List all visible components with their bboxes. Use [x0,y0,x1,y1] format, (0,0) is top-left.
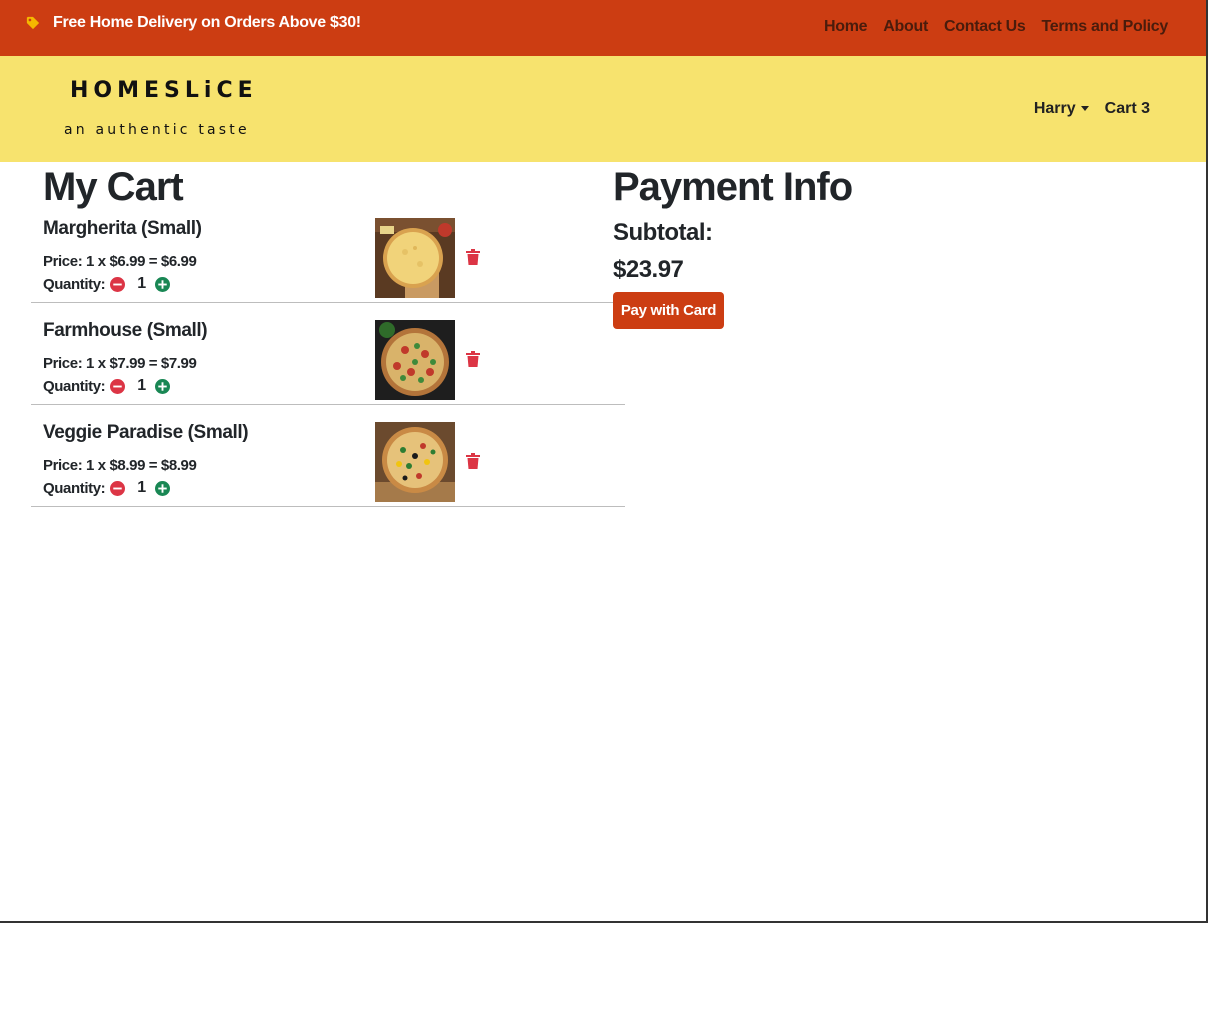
subtotal-label: Subtotal: [613,219,713,246]
nav-terms-link[interactable]: Terms and Policy [1041,18,1168,36]
site-header: HOMESLiCE an authentic taste Harry Cart … [0,56,1206,162]
item-name: Margherita (Small) [43,218,202,239]
user-name: Harry [1033,100,1076,117]
promo-text: Free Home Delivery on Orders Above $30! [53,14,361,31]
user-nav: Harry Cart 3 [1034,100,1150,118]
increase-quantity-icon[interactable] [154,276,170,292]
item-name: Farmhouse (Small) [43,320,208,341]
quantity-label: Quantity: [43,275,106,293]
cart-link[interactable]: Cart 3 [1105,100,1150,118]
pay-with-card-button[interactable]: Pay with Card [613,292,724,329]
quantity-value: 1 [137,275,146,292]
item-quantity: Quantity: 1 [43,275,170,293]
brand-logo[interactable]: HOMESLiCE an authentic taste [64,74,264,144]
increase-quantity-icon[interactable] [154,378,170,394]
quantity-value: 1 [137,377,146,394]
item-price: Price: 1 x $6.99 = $6.99 [43,253,197,270]
nav-about-link[interactable]: About [883,18,928,36]
nav-home-link[interactable]: Home [824,18,868,36]
payment-title: Payment Info [613,165,853,209]
item-quantity: Quantity: 1 [43,479,170,497]
pizza-image [375,218,455,298]
pizza-image [375,320,455,400]
item-name: Veggie Paradise (Small) [43,422,249,443]
item-price: Price: 1 x $8.99 = $8.99 [43,457,197,474]
quantity-value: 1 [137,479,146,496]
increase-quantity-icon[interactable] [154,480,170,496]
cart-item: Margherita (Small) Price: 1 x $6.99 = $6… [31,216,625,303]
cart-item: Farmhouse (Small) Price: 1 x $7.99 = $7.… [31,318,625,405]
promo-banner: Free Home Delivery on Orders Above $30! [26,14,361,32]
item-price: Price: 1 x $7.99 = $7.99 [43,355,197,372]
delete-item-icon[interactable] [466,249,480,265]
top-bar: Free Home Delivery on Orders Above $30! … [0,0,1206,56]
delete-item-icon[interactable] [466,453,480,469]
brand-tagline: an authentic taste [64,122,250,138]
pizza-image [375,422,455,502]
subtotal-value: $23.97 [613,256,684,283]
cart-list: Margherita (Small) Price: 1 x $6.99 = $6… [31,216,625,522]
decrease-quantity-icon[interactable] [110,276,126,292]
top-nav: Home About Contact Us Terms and Policy [824,18,1168,36]
item-quantity: Quantity: 1 [43,377,170,395]
quantity-label: Quantity: [43,479,106,497]
tag-icon [26,16,40,30]
decrease-quantity-icon[interactable] [110,480,126,496]
page-frame: Free Home Delivery on Orders Above $30! … [0,0,1208,923]
delete-item-icon[interactable] [466,351,480,367]
brand-name: HOMESLiCE [70,78,258,103]
nav-contact-link[interactable]: Contact Us [944,18,1026,36]
cart-title: My Cart [43,165,184,209]
decrease-quantity-icon[interactable] [110,378,126,394]
cart-item: Veggie Paradise (Small) Price: 1 x $8.99… [31,420,625,507]
caret-down-icon [1080,106,1089,112]
user-dropdown[interactable]: Harry [1034,100,1089,118]
quantity-label: Quantity: [43,377,106,395]
